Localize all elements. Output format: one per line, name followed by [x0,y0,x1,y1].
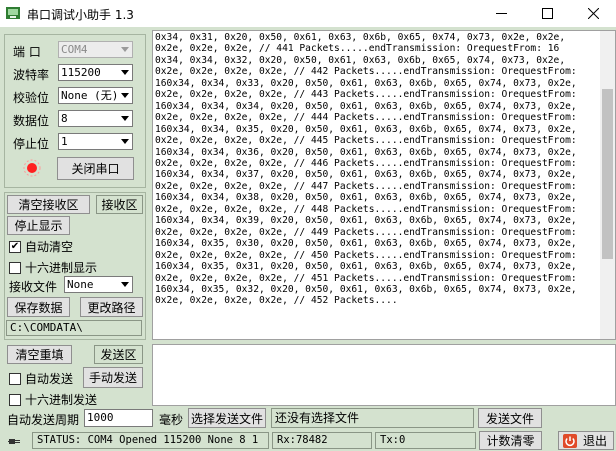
scrollbar-thumb[interactable] [602,89,613,259]
baud-value: 115200 [61,66,101,79]
file-status-display: 还没有选择文件 [271,408,474,428]
stopbits-value: 1 [61,135,68,148]
auto-send-checkbox[interactable]: 自动发送 [9,370,73,387]
manual-send-button[interactable]: 手动发送 [83,367,143,388]
auto-send-period-label: 自动发送周期 [7,413,80,427]
hex-send-check-icon [9,393,21,406]
milliseconds-label: 毫秒 [159,413,184,427]
port-value: COM4 [61,43,88,56]
baud-select[interactable]: 115200 [58,64,133,81]
stop-display-button[interactable]: 停止显示 [7,216,70,235]
baud-label: 波特率 [13,68,50,82]
send-file-button[interactable]: 发送文件 [478,408,542,428]
maximize-button[interactable] [524,0,570,27]
auto-send-check-icon [9,372,21,385]
port-status-indicator-icon [23,159,41,177]
receive-area-label: 接收区 [96,195,143,214]
select-send-file-button[interactable]: 选择发送文件 [188,408,266,428]
auto-clear-check-icon: ✔ [9,240,21,253]
port-select[interactable]: COM4 [58,41,133,58]
tx-counter: Tx:0 [375,432,476,449]
exit-label: 退出 [583,434,608,448]
stopbits-label: 停止位 [13,137,50,151]
chevron-down-icon [118,65,132,80]
databits-value: 8 [61,112,68,125]
port-label: 端 口 [13,45,41,59]
databits-label: 数据位 [13,114,50,128]
clear-receive-button[interactable]: 清空接收区 [7,195,90,214]
change-path-button[interactable]: 更改路径 [80,297,143,317]
auto-send-label: 自动发送 [25,372,74,386]
close-port-button[interactable]: 关闭串口 [57,157,134,180]
auto-clear-checkbox[interactable]: ✔ 自动清空 [9,238,73,255]
chevron-down-icon [118,42,132,57]
hex-send-label: 十六进制发送 [25,393,98,407]
receive-file-value: None [67,278,94,291]
plug-icon [8,439,20,444]
status-bar: STATUS: COM4 Opened 115200 None 8 1 Rx:7… [0,430,616,451]
parity-select[interactable]: None (无) [58,87,133,104]
receive-text: 0x34, 0x31, 0x20, 0x50, 0x61, 0x63, 0x6b… [155,32,577,307]
receive-area[interactable]: 0x34, 0x31, 0x20, 0x50, 0x61, 0x63, 0x6b… [152,30,616,340]
chevron-down-icon [118,88,132,103]
app-icon [6,7,20,19]
chevron-down-icon [118,134,132,149]
hex-send-checkbox[interactable]: 十六进制发送 [9,391,97,408]
databits-select[interactable]: 8 [58,110,133,127]
hex-display-label: 十六进制显示 [25,261,98,275]
save-data-button[interactable]: 保存数据 [7,297,70,317]
status-text: STATUS: COM4 Opened 115200 None 8 1 [32,432,269,449]
receive-scrollbar[interactable] [600,31,615,339]
maximize-icon [541,8,553,19]
parity-value: None (无) [61,89,119,102]
auto-send-period-input[interactable]: 1000 [84,409,153,427]
rx-counter: Rx:78482 [272,432,372,449]
stopbits-select[interactable]: 1 [58,133,133,150]
chevron-down-icon [118,111,132,126]
close-button[interactable] [570,0,616,27]
close-icon [587,8,599,19]
minimize-button[interactable] [478,0,524,27]
chevron-down-icon [118,277,132,292]
auto-clear-label: 自动清空 [25,240,74,254]
save-path-display: C:\COMDATA\ [6,320,142,336]
receive-file-label: 接收文件 [9,280,58,294]
clear-send-button[interactable]: 清空重填 [7,345,72,364]
exit-button[interactable]: 退出 [558,431,614,450]
minimize-icon [495,13,507,14]
send-area-label: 发送区 [94,345,143,364]
power-icon [563,433,577,448]
receive-file-select[interactable]: None [64,276,133,293]
window-title: 串口调试小助手 1.3 [27,8,134,22]
title-bar[interactable]: 串口调试小助手 1.3 [0,0,616,27]
hex-display-check-icon [9,261,21,274]
send-area[interactable] [152,344,616,406]
hex-display-checkbox[interactable]: 十六进制显示 [9,259,97,276]
parity-label: 校验位 [13,91,50,105]
reset-count-button[interactable]: 计数清零 [479,431,542,450]
